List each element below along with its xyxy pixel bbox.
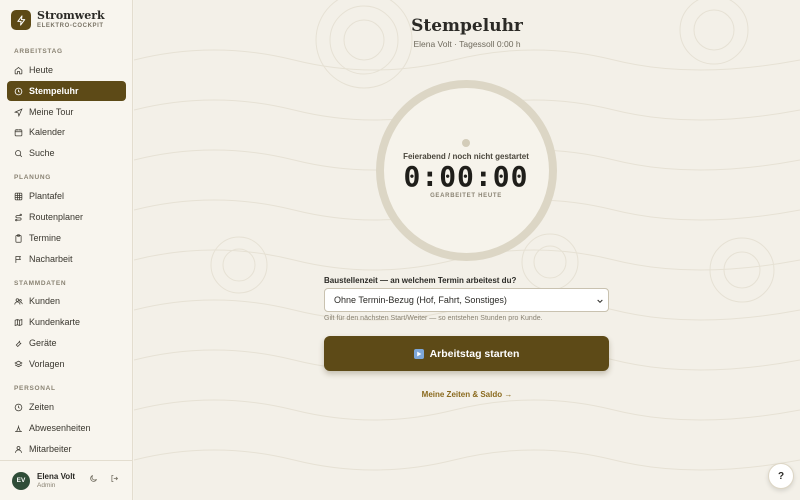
sidebar-item-stempeluhr[interactable]: Stempeluhr <box>7 81 126 101</box>
user-role: Admin <box>37 482 56 489</box>
clipboard-icon <box>14 233 23 243</box>
moon-icon[interactable] <box>89 474 98 483</box>
assignment-select[interactable]: Ohne Termin-Bezug (Hof, Fahrt, Sonstiges… <box>324 288 609 312</box>
sidebar-item-label: Meine Tour <box>29 107 74 117</box>
section-label-arbeitstag: ARBEITSTAG <box>14 48 63 55</box>
sidebar-item-label: Vorlagen <box>29 359 65 369</box>
section-label-personal: PERSONAL <box>14 385 56 392</box>
grid-icon <box>14 192 23 201</box>
search-icon <box>14 149 23 158</box>
tool-icon <box>14 339 23 348</box>
assignment-select-value: Ohne Termin-Bezug (Hof, Fahrt, Sonstiges… <box>334 295 507 305</box>
sidebar-item-nacharbeit[interactable]: Nacharbeit <box>7 249 126 269</box>
sidebar-item-termine[interactable]: Termine <box>7 228 126 248</box>
clock-icon <box>14 403 23 412</box>
play-icon <box>413 348 424 359</box>
section-label-planung: PLANUNG <box>14 174 52 181</box>
sidebar-item-label: Zeiten <box>29 402 55 412</box>
sidebar-item-suche[interactable]: Suche <box>7 143 126 163</box>
sidebar-item-abwesenheiten[interactable]: Abwesenheiten <box>7 418 126 438</box>
navigation-icon <box>14 107 23 117</box>
avatar[interactable]: EV <box>12 471 30 490</box>
sidebar-item-label: Nacharbeit <box>29 254 73 264</box>
lightning-icon <box>11 10 31 30</box>
my-times-link[interactable]: Meine Zeiten & Saldo → <box>134 390 800 399</box>
route-icon <box>14 213 23 222</box>
assignment-hint: Gilt für den nächsten Start/Weiter — so … <box>324 315 543 322</box>
sidebar-item-kalender[interactable]: Kalender <box>7 122 126 142</box>
sidebar-item-label: Routenplaner <box>29 212 84 222</box>
sidebar-item-mitarbeiter[interactable]: Mitarbeiter <box>7 439 126 459</box>
sidebar-item-label: Stempeluhr <box>29 86 79 96</box>
sidebar-item-meine-tour[interactable]: Meine Tour <box>7 102 126 122</box>
sidebar-item-label: Kundenkarte <box>29 317 81 327</box>
layers-icon <box>14 360 23 369</box>
user-bar: EV Elena Volt Admin <box>0 460 133 500</box>
start-workday-label: Arbeitstag starten <box>429 347 520 360</box>
sidebar-item-kunden[interactable]: Kunden <box>7 291 126 311</box>
calendar-icon <box>14 128 23 137</box>
brand-subtitle: ELEKTRO-COCKPIT <box>37 23 104 29</box>
brand-name: Stromwerk <box>37 9 105 22</box>
page-subtitle: Elena Volt · Tagessoll 0:00 h <box>413 39 521 49</box>
section-label-stammdaten: STAMMDATEN <box>14 280 67 287</box>
sidebar-item-label: Abwesenheiten <box>29 423 91 433</box>
sidebar-item-label: Suche <box>29 148 55 158</box>
clock-time: 0:00:00 <box>403 160 529 193</box>
logout-icon[interactable] <box>110 474 119 483</box>
sidebar: Stromwerk ELEKTRO-COCKPIT ARBEITSTAG Heu… <box>0 0 133 500</box>
user-icon <box>14 445 23 454</box>
user-name: Elena Volt <box>37 472 76 481</box>
chevron-down-icon <box>597 299 603 304</box>
map-icon <box>14 318 23 327</box>
sidebar-item-label: Mitarbeiter <box>29 444 72 454</box>
sidebar-item-kundenkarte[interactable]: Kundenkarte <box>7 312 126 332</box>
sidebar-item-routenplaner[interactable]: Routenplaner <box>7 207 126 227</box>
help-button[interactable]: ? <box>768 463 794 489</box>
sidebar-item-vorlagen[interactable]: Vorlagen <box>7 354 126 374</box>
main-content: Stempeluhr Elena Volt · Tagessoll 0:00 h… <box>134 0 800 500</box>
status-dot <box>462 139 470 147</box>
page-title: Stempeluhr <box>411 16 523 36</box>
clock-caption: GEARBEITET HEUTE <box>430 193 502 199</box>
sidebar-item-label: Plantafel <box>29 191 65 201</box>
sidebar-item-geraete[interactable]: Geräte <box>7 333 126 353</box>
sidebar-item-heute[interactable]: Heute <box>7 60 126 80</box>
brand[interactable]: Stromwerk ELEKTRO-COCKPIT <box>11 10 105 30</box>
sidebar-item-label: Geräte <box>29 338 57 348</box>
sidebar-item-label: Termine <box>29 233 62 243</box>
assignment-label: Baustellenzeit — an welchem Termin arbei… <box>324 276 517 285</box>
home-icon <box>14 66 23 75</box>
start-workday-button[interactable]: Arbeitstag starten <box>324 336 609 371</box>
sidebar-item-label: Kalender <box>29 127 66 137</box>
clock-icon <box>14 87 23 96</box>
users-icon <box>14 297 23 306</box>
sidebar-item-label: Heute <box>29 65 54 75</box>
sidebar-item-label: Kunden <box>29 296 61 306</box>
beach-icon <box>14 424 23 433</box>
flag-icon <box>14 255 23 264</box>
sidebar-item-plantafel[interactable]: Plantafel <box>7 186 126 206</box>
sidebar-item-zeiten[interactable]: Zeiten <box>7 397 126 417</box>
